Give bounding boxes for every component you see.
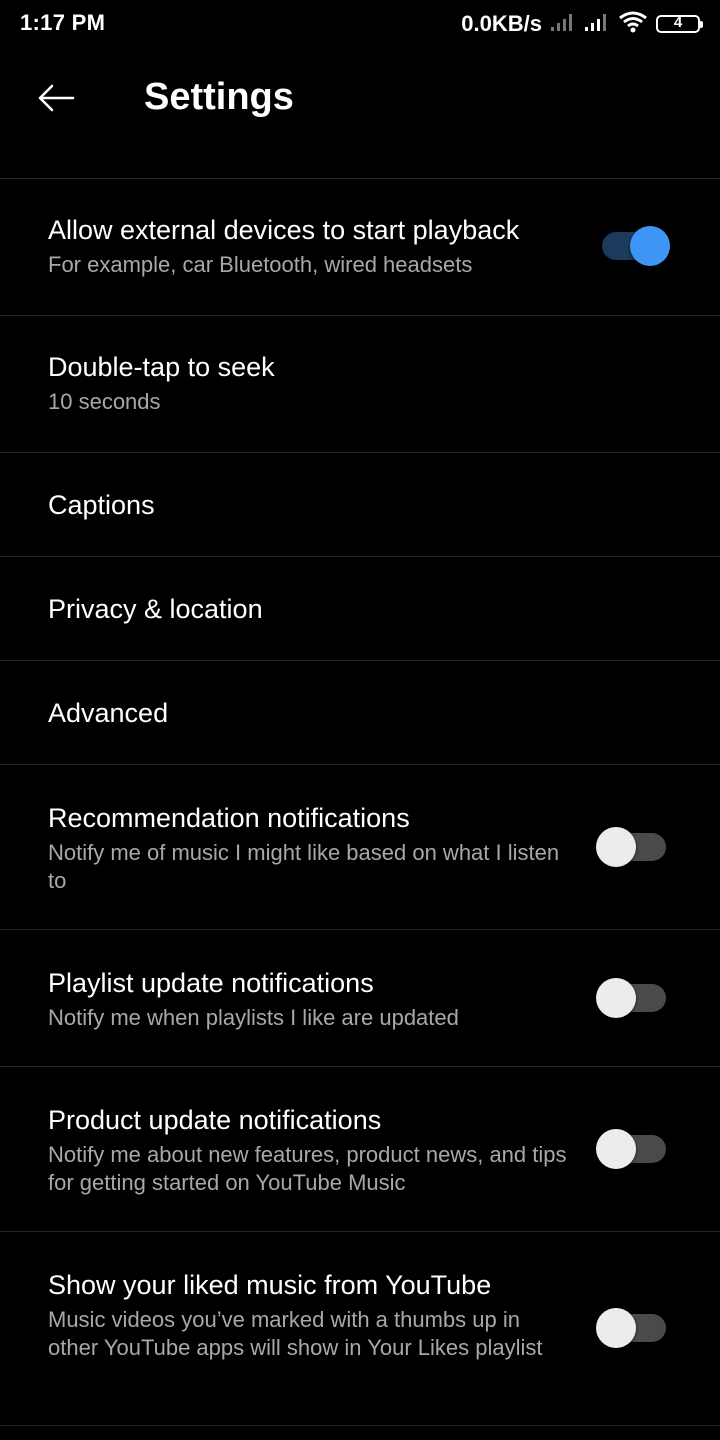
setting-playlist-notifications[interactable]: Playlist update notifications Notify me … — [0, 930, 720, 1067]
product-toggle[interactable] — [596, 1129, 666, 1169]
setting-description: Music videos you’ve marked with a thumbs… — [48, 1307, 543, 1360]
page-title: Settings — [144, 76, 294, 118]
wifi-icon — [618, 11, 648, 38]
external-devices-toggle[interactable] — [602, 226, 670, 266]
setting-label: Show your liked music from YouTube — [48, 1270, 492, 1300]
battery-level: 4 — [673, 14, 683, 31]
setting-label: Product update notifications — [48, 1105, 382, 1135]
setting-label: Privacy & location — [48, 593, 263, 624]
setting-label: Recommendation notifications — [48, 803, 410, 833]
arrow-left-icon — [38, 84, 75, 112]
status-time: 1:17 PM — [20, 10, 106, 35]
setting-liked-music[interactable]: Show your liked music from YouTube Music… — [0, 1232, 720, 1426]
setting-description: Notify me about new features, product ne… — [48, 1142, 567, 1195]
setting-label: Allow external devices to start playback — [48, 215, 520, 245]
recommendation-toggle[interactable] — [596, 827, 666, 867]
network-speed: 0.0KB/s — [461, 11, 542, 36]
setting-captions[interactable]: Captions — [0, 453, 720, 557]
status-bar: 1:17 PM 0.0KB/s 4 — [0, 0, 720, 48]
toggle-thumb — [630, 226, 670, 266]
playlist-toggle[interactable] — [596, 978, 666, 1018]
setting-external-devices[interactable]: Allow external devices to start playback… — [0, 179, 720, 316]
setting-description: Notify me of music I might like based on… — [48, 840, 560, 893]
toggle-thumb — [596, 1308, 636, 1348]
setting-label: Captions — [48, 489, 155, 520]
signal-icon — [584, 12, 610, 37]
app-bar: Settings — [0, 48, 720, 179]
settings-list: Allow external devices to start playback… — [0, 179, 720, 1426]
setting-double-tap[interactable]: Double-tap to seek 10 seconds — [0, 316, 720, 453]
toggle-thumb — [596, 827, 636, 867]
toggle-thumb — [596, 1129, 636, 1169]
setting-label: Playlist update notifications — [48, 968, 374, 998]
setting-product-notifications[interactable]: Product update notifications Notify me a… — [0, 1067, 720, 1232]
status-icons: 0.0KB/s 4 — [461, 10, 703, 38]
setting-label: Advanced — [48, 697, 169, 728]
setting-description: Notify me when playlists I like are upda… — [48, 1005, 459, 1030]
setting-privacy-location[interactable]: Privacy & location — [0, 557, 720, 661]
setting-label: Double-tap to seek — [48, 352, 275, 382]
liked-music-toggle[interactable] — [596, 1308, 666, 1348]
toggle-thumb — [596, 978, 636, 1018]
setting-recommendation-notifications[interactable]: Recommendation notifications Notify me o… — [0, 765, 720, 930]
setting-value: 10 seconds — [48, 389, 161, 414]
signal-icon — [550, 12, 576, 37]
back-button[interactable] — [30, 72, 82, 124]
battery-icon: 4 — [656, 14, 703, 33]
setting-description: For example, car Bluetooth, wired headse… — [48, 252, 473, 277]
setting-advanced[interactable]: Advanced — [0, 661, 720, 765]
